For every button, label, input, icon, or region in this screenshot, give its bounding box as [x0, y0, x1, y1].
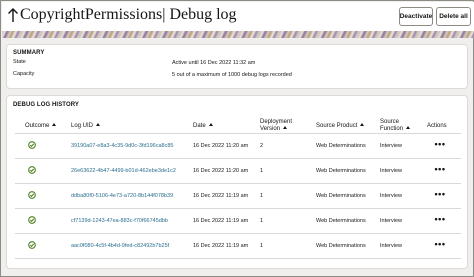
log-uid-link[interactable]: aac0f080-4c5f-4b4d-9fed-c82492b7b25f: [71, 243, 169, 249]
log-uid-link[interactable]: 39190a07-e8a3-4c35-9d0c-3fd196ca8c85: [71, 143, 173, 149]
col-source-product: Source Product: [316, 123, 365, 130]
state-label: State: [13, 59, 26, 65]
summary-heading: SUMMARY: [13, 50, 45, 56]
check-circle-icon: [28, 191, 36, 199]
deployment-version: 1: [260, 193, 264, 199]
source-product: Web Determinations: [316, 218, 366, 224]
summary-card: SUMMARY State Active until 16 Dec 2022 1…: [6, 44, 468, 89]
capacity-value: 5 out of a maximum of 1000 debug logs re…: [172, 72, 292, 78]
more-actions-icon[interactable]: •••: [433, 190, 447, 200]
check-circle-icon: [28, 241, 36, 249]
source-product: Web Determinations: [316, 243, 366, 249]
col-date-label: Date: [193, 123, 206, 129]
sort-arrow-icon[interactable]: [208, 123, 213, 126]
log-date: 16 Dec 2022 11:20 am: [193, 143, 249, 149]
log-date: 16 Dec 2022 11:20 am: [193, 168, 249, 174]
more-actions-icon[interactable]: •••: [433, 165, 447, 175]
history-heading: DEBUG LOG HISTORY: [13, 102, 80, 108]
sort-arrow-icon[interactable]: [52, 123, 57, 126]
log-uid-link[interactable]: 26e63622-4b47-4499-b01d-462ebe3de1c2: [71, 168, 176, 174]
table-row: 26e63622-4b47-4499-b01d-462ebe3de1c2 16 …: [15, 159, 461, 184]
source-function: Interview: [380, 193, 403, 199]
col-outcome-label: Outcome: [25, 123, 50, 129]
log-date: 16 Dec 2022 11:19 am: [193, 243, 249, 249]
table-row: ddba80f0-5106-4e73-a720-8b144f078b39 16 …: [15, 184, 461, 209]
capacity-label: Capacity: [13, 71, 35, 77]
back-arrow-icon[interactable]: [6, 6, 20, 24]
decorative-banner: [2, 31, 474, 38]
deployment-version: 1: [260, 168, 264, 174]
check-circle-icon: [28, 166, 36, 174]
col-deployment-version: Deployment Version: [260, 119, 292, 133]
debug-log-history-card: DEBUG LOG HISTORY Outcome Log UID Date D…: [6, 95, 468, 269]
deactivate-button[interactable]: Deactivate: [399, 7, 433, 26]
page-title: CopyrightPermissions| Debug log: [20, 6, 237, 23]
source-function: Interview: [380, 168, 403, 174]
source-function: Interview: [380, 243, 403, 249]
debug-log-window: CopyrightPermissions| Debug log Deactiva…: [0, 0, 474, 277]
col-deployment-version-label-1: Deployment: [260, 119, 293, 125]
sort-arrow-icon[interactable]: [360, 123, 365, 126]
col-deployment-version-label-2: Version: [260, 126, 292, 133]
col-source-function-label-2: Function: [380, 126, 411, 133]
deployment-version: 1: [260, 218, 264, 224]
source-product: Web Determinations: [316, 168, 366, 174]
sort-arrow-icon[interactable]: [96, 123, 101, 126]
source-product: Web Determinations: [316, 193, 366, 199]
col-outcome: Outcome: [25, 123, 57, 130]
more-actions-icon[interactable]: •••: [433, 240, 447, 250]
deployment-version: 2: [260, 143, 264, 149]
check-circle-icon: [28, 141, 36, 149]
log-uid-link[interactable]: ddba80f0-5106-4e73-a720-8b144f078b39: [71, 193, 173, 199]
log-uid-link[interactable]: cf7139d-1243-47ea-883c-f70f66745dbb: [71, 218, 168, 224]
sort-arrow-icon[interactable]: [283, 126, 288, 129]
table-row: cf7139d-1243-47ea-883c-f70f66745dbb 16 D…: [15, 209, 461, 234]
more-actions-icon[interactable]: •••: [433, 215, 447, 225]
sort-arrow-icon[interactable]: [406, 126, 411, 129]
table-row: aac0f080-4c5f-4b4d-9fed-c82492b7b25f 16 …: [15, 234, 461, 259]
col-actions: Actions: [427, 123, 447, 129]
col-date: Date: [193, 123, 213, 130]
source-function: Interview: [380, 143, 403, 149]
delete-all-button[interactable]: Delete all: [436, 7, 471, 26]
table-row: 39190a07-e8a3-4c35-9d0c-3fd196ca8c85 16 …: [15, 134, 461, 159]
col-log-uid-label: Log UID: [71, 123, 94, 129]
more-actions-icon[interactable]: •••: [433, 140, 447, 150]
deployment-version: 1: [260, 243, 264, 249]
col-source-function-label-1: Source: [380, 119, 400, 125]
col-source-product-label: Source Product: [316, 123, 358, 129]
page-header: CopyrightPermissions| Debug log Deactiva…: [2, 2, 474, 31]
col-log-uid: Log UID: [71, 123, 101, 130]
check-circle-icon: [28, 216, 36, 224]
source-product: Web Determinations: [316, 143, 366, 149]
col-source-function: Source Function: [380, 119, 411, 133]
log-date: 16 Dec 2022 11:19 am: [193, 193, 249, 199]
source-function: Interview: [380, 218, 403, 224]
log-date: 16 Dec 2022 11:19 am: [193, 218, 249, 224]
state-value: Active until 16 Dec 2022 11:32 am: [172, 60, 256, 66]
